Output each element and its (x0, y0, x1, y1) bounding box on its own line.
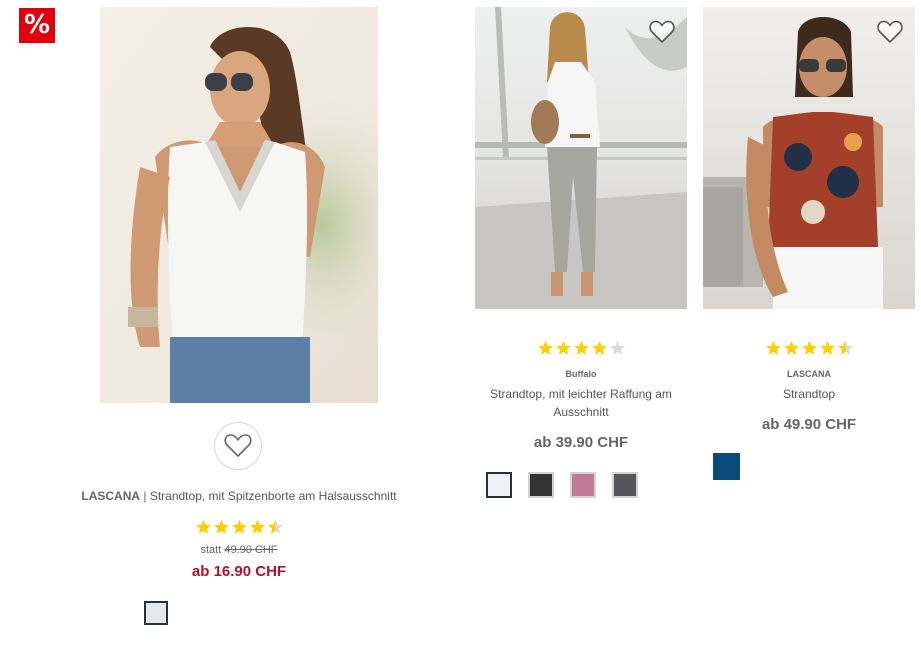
product-title[interactable]: LASCANA | Strandtop, mit Spitzenborte am… (60, 489, 418, 504)
star-icon (592, 340, 607, 355)
star-icon (556, 340, 571, 355)
rating-stars (765, 340, 854, 356)
rating-stars (537, 340, 626, 356)
star-icon (838, 340, 853, 355)
product-brand: LASCANA (81, 489, 141, 503)
color-swatches (486, 472, 638, 498)
color-swatches (144, 601, 168, 625)
star-icon (766, 340, 781, 355)
old-price-prefix: statt (200, 544, 222, 556)
price: ab 49.90 CHF (761, 416, 857, 433)
color-swatch[interactable] (570, 472, 596, 498)
product-image[interactable] (475, 7, 687, 309)
product-brand: Buffalo (565, 369, 597, 379)
product-name[interactable]: Strandtop (709, 385, 909, 403)
product-image[interactable] (703, 7, 915, 309)
color-swatch[interactable] (528, 472, 554, 498)
old-price-value: 49.90 CHF (224, 544, 278, 556)
wishlist-button[interactable] (214, 422, 262, 470)
color-swatch[interactable] (612, 472, 638, 498)
product-brand: LASCANA (787, 369, 831, 379)
color-swatch[interactable] (713, 453, 740, 480)
star-icon (250, 519, 265, 534)
color-swatch[interactable] (144, 601, 168, 625)
star-icon (784, 340, 799, 355)
star-icon (538, 340, 553, 355)
heart-icon (649, 20, 675, 43)
rating-stars (195, 519, 284, 535)
brand-separator: | (140, 489, 150, 503)
sale-price: ab 16.90 CHF (191, 563, 287, 580)
heart-icon (224, 434, 252, 457)
star-icon (820, 340, 835, 355)
color-swatches (713, 453, 740, 480)
star-icon (802, 340, 817, 355)
wishlist-button[interactable] (647, 17, 677, 47)
star-icon (268, 519, 283, 534)
star-icon (574, 340, 589, 355)
color-swatch[interactable] (486, 472, 512, 498)
price: ab 39.90 CHF (533, 434, 629, 451)
star-icon (610, 340, 625, 355)
star-icon (232, 519, 247, 534)
star-icon (196, 519, 211, 534)
product-name: Strandtop, mit Spitzenborte am Halsaussc… (149, 489, 397, 503)
star-icon (214, 519, 229, 534)
product-name[interactable]: Strandtop, mit leichter Raffung am Aussc… (461, 385, 701, 421)
sale-badge: % (19, 8, 55, 43)
product-image[interactable] (100, 7, 378, 403)
old-price: statt 49.90 CHF (139, 544, 339, 556)
product-name-line: Strandtop, mit leichter Raffung am (490, 387, 672, 401)
heart-icon (877, 20, 903, 43)
product-name-line: Ausschnitt (553, 405, 609, 419)
wishlist-button[interactable] (875, 17, 905, 47)
